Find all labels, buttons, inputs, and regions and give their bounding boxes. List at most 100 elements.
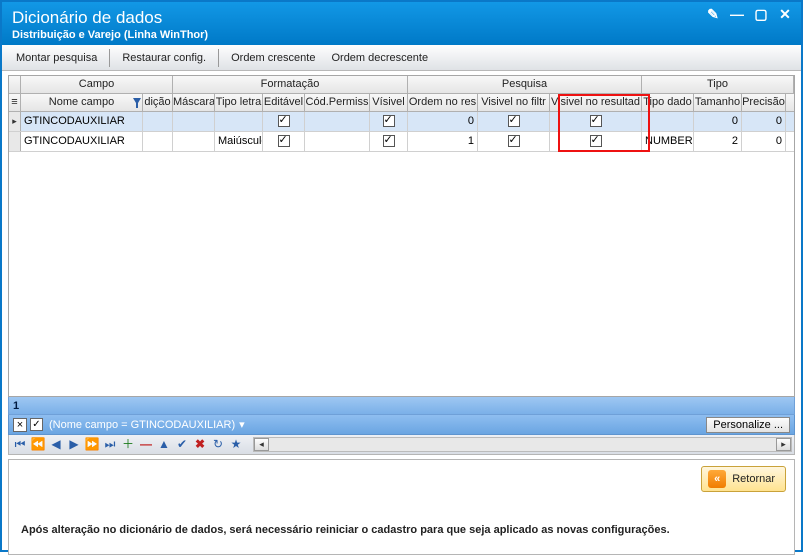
scroll-left-icon[interactable]: ◂ — [254, 438, 269, 451]
group-tipo[interactable]: Tipo — [642, 76, 794, 93]
clear-filter-button[interactable]: × — [13, 418, 27, 432]
cell-visivel[interactable] — [370, 132, 408, 151]
cell-tipodado[interactable]: NUMBER — [642, 132, 694, 151]
maximize-icon[interactable]: ▢ — [753, 6, 769, 23]
ordem-decrescente-button[interactable]: Ordem decrescente — [323, 49, 436, 67]
cell-tamanho[interactable]: 2 — [694, 132, 742, 151]
bottom-panel: « Retornar Após alteração no dicionário … — [8, 459, 795, 555]
horizontal-scrollbar[interactable]: ◂ ▸ — [253, 437, 792, 452]
info-note: Após alteração no dicionário de dados, s… — [21, 524, 782, 536]
window-subtitle: Distribuição e Varejo (Linha WinThor) — [12, 29, 791, 41]
group-formatacao[interactable]: Formatação — [173, 76, 408, 93]
col-tamanho[interactable]: Tamanho — [694, 94, 742, 111]
cell-edicao[interactable] — [143, 132, 173, 151]
cell-mascara[interactable] — [173, 132, 215, 151]
cell-codpermiss[interactable] — [305, 112, 370, 131]
nav-next-icon[interactable]: ▶ — [65, 437, 83, 453]
col-visivel-resultado[interactable]: Visivel no resultad — [550, 94, 642, 111]
cell-tipodado[interactable] — [642, 112, 694, 131]
nav-delete-icon[interactable]: — — [137, 437, 155, 453]
filter-dropdown-icon[interactable]: ▾ — [239, 418, 245, 431]
filter-enabled-checkbox[interactable]: ✓ — [30, 418, 43, 431]
group-pesquisa[interactable]: Pesquisa — [408, 76, 642, 93]
checkbox-icon[interactable] — [590, 135, 602, 147]
return-icon: « — [708, 470, 726, 488]
record-count: 1 — [13, 400, 19, 412]
nav-prev-icon[interactable]: ◀ — [47, 437, 65, 453]
cell-vresult[interactable] — [550, 132, 642, 151]
cell-precisao[interactable]: 0 — [742, 132, 786, 151]
data-grid[interactable]: Campo Formatação Pesquisa Tipo ≡ Nome ca… — [8, 75, 795, 397]
cell-precisao[interactable]: 0 — [742, 112, 786, 131]
cell-nome[interactable]: GTINCODAUXILIAR — [21, 132, 143, 151]
return-label: Retornar — [732, 473, 775, 485]
edit-icon[interactable]: ✎ — [705, 6, 721, 23]
checkbox-icon[interactable] — [383, 115, 395, 127]
window-title: Dicionário de dados — [12, 8, 791, 28]
checkbox-icon[interactable] — [590, 115, 602, 127]
cell-edicao[interactable] — [143, 112, 173, 131]
checkbox-icon[interactable] — [508, 115, 520, 127]
checkbox-icon[interactable] — [508, 135, 520, 147]
cell-ordem[interactable]: 0 — [408, 112, 478, 131]
cell-vresult[interactable] — [550, 112, 642, 131]
table-row[interactable]: ▸GTINCODAUXILIAR000 — [9, 112, 794, 132]
cell-ordem[interactable]: 1 — [408, 132, 478, 151]
col-precisao[interactable]: Precisão — [742, 94, 786, 111]
cell-visivel[interactable] — [370, 112, 408, 131]
cell-tipoletra[interactable]: Maiúsculo — [215, 132, 263, 151]
record-count-bar: 1 — [8, 397, 795, 415]
close-icon[interactable]: ✕ — [777, 6, 793, 23]
col-codpermiss[interactable]: Cód.Permiss — [305, 94, 370, 111]
checkbox-icon[interactable] — [383, 135, 395, 147]
nav-edit-icon[interactable]: ▲ — [155, 437, 173, 453]
checkbox-icon[interactable] — [278, 115, 290, 127]
personalize-button[interactable]: Personalize ... — [706, 417, 790, 433]
cell-tipoletra[interactable] — [215, 112, 263, 131]
minimize-icon[interactable]: — — [729, 6, 745, 23]
col-tipodado[interactable]: Tipo dado — [642, 94, 694, 111]
col-visivel[interactable]: Vísivel — [370, 94, 408, 111]
group-campo[interactable]: Campo — [21, 76, 173, 93]
nav-prev-page-icon[interactable]: ⏪ — [29, 437, 47, 453]
cell-vfiltro[interactable] — [478, 132, 550, 151]
title-bar: Dicionário de dados Distribuição e Varej… — [2, 2, 801, 45]
scroll-right-icon[interactable]: ▸ — [776, 438, 791, 451]
nav-insert-icon[interactable]: ＋ — [119, 437, 137, 453]
cell-editavel[interactable] — [263, 112, 305, 131]
cell-nome[interactable]: GTINCODAUXILIAR — [21, 112, 143, 131]
table-row[interactable]: GTINCODAUXILIAR Maiúsculo 1 NUMBER20 — [9, 132, 794, 152]
col-tipoletra[interactable]: Tipo letra — [215, 94, 263, 111]
cell-codpermiss[interactable] — [305, 132, 370, 151]
col-visivel-filtro[interactable]: Visivel no filtr — [478, 94, 550, 111]
col-editavel[interactable]: Editável — [263, 94, 305, 111]
nav-last-icon[interactable]: ⏭ — [101, 437, 119, 453]
nav-cancel-icon[interactable]: ✖ — [191, 437, 209, 453]
montar-pesquisa-button[interactable]: Montar pesquisa — [8, 49, 105, 67]
cell-editavel[interactable] — [263, 132, 305, 151]
checkbox-icon[interactable] — [278, 135, 290, 147]
cell-vfiltro[interactable] — [478, 112, 550, 131]
filter-expression: (Nome campo = GTINCODAUXILIAR) — [49, 419, 235, 431]
nav-next-page-icon[interactable]: ⏩ — [83, 437, 101, 453]
nav-post-icon[interactable]: ✔ — [173, 437, 191, 453]
ordem-crescente-button[interactable]: Ordem crescente — [223, 49, 323, 67]
row-indicator: ▸ — [9, 112, 21, 131]
row-selector-header[interactable]: ≡ — [9, 94, 21, 111]
row-indicator — [9, 132, 21, 151]
col-mascara[interactable]: Máscara — [173, 94, 215, 111]
filter-icon[interactable] — [133, 98, 141, 108]
nav-refresh-icon[interactable]: ↻ — [209, 437, 227, 453]
nav-bookmark-icon[interactable]: ★ — [227, 437, 245, 453]
col-nome-campo[interactable]: Nome campo — [21, 94, 143, 111]
cell-mascara[interactable] — [173, 112, 215, 131]
filter-bar: × ✓ (Nome campo = GTINCODAUXILIAR) ▾ Per… — [8, 415, 795, 435]
restaurar-config-button[interactable]: Restaurar config. — [114, 49, 214, 67]
cell-tamanho[interactable]: 0 — [694, 112, 742, 131]
navigator-bar: ⏮ ⏪ ◀ ▶ ⏩ ⏭ ＋ — ▲ ✔ ✖ ↻ ★ ◂ ▸ — [8, 435, 795, 455]
col-ordem[interactable]: Ordem no res — [408, 94, 478, 111]
nav-first-icon[interactable]: ⏮ — [11, 437, 29, 453]
col-edicao[interactable]: dição — [143, 94, 173, 111]
return-button[interactable]: « Retornar — [701, 466, 786, 492]
col-nome-label: Nome campo — [49, 96, 114, 108]
